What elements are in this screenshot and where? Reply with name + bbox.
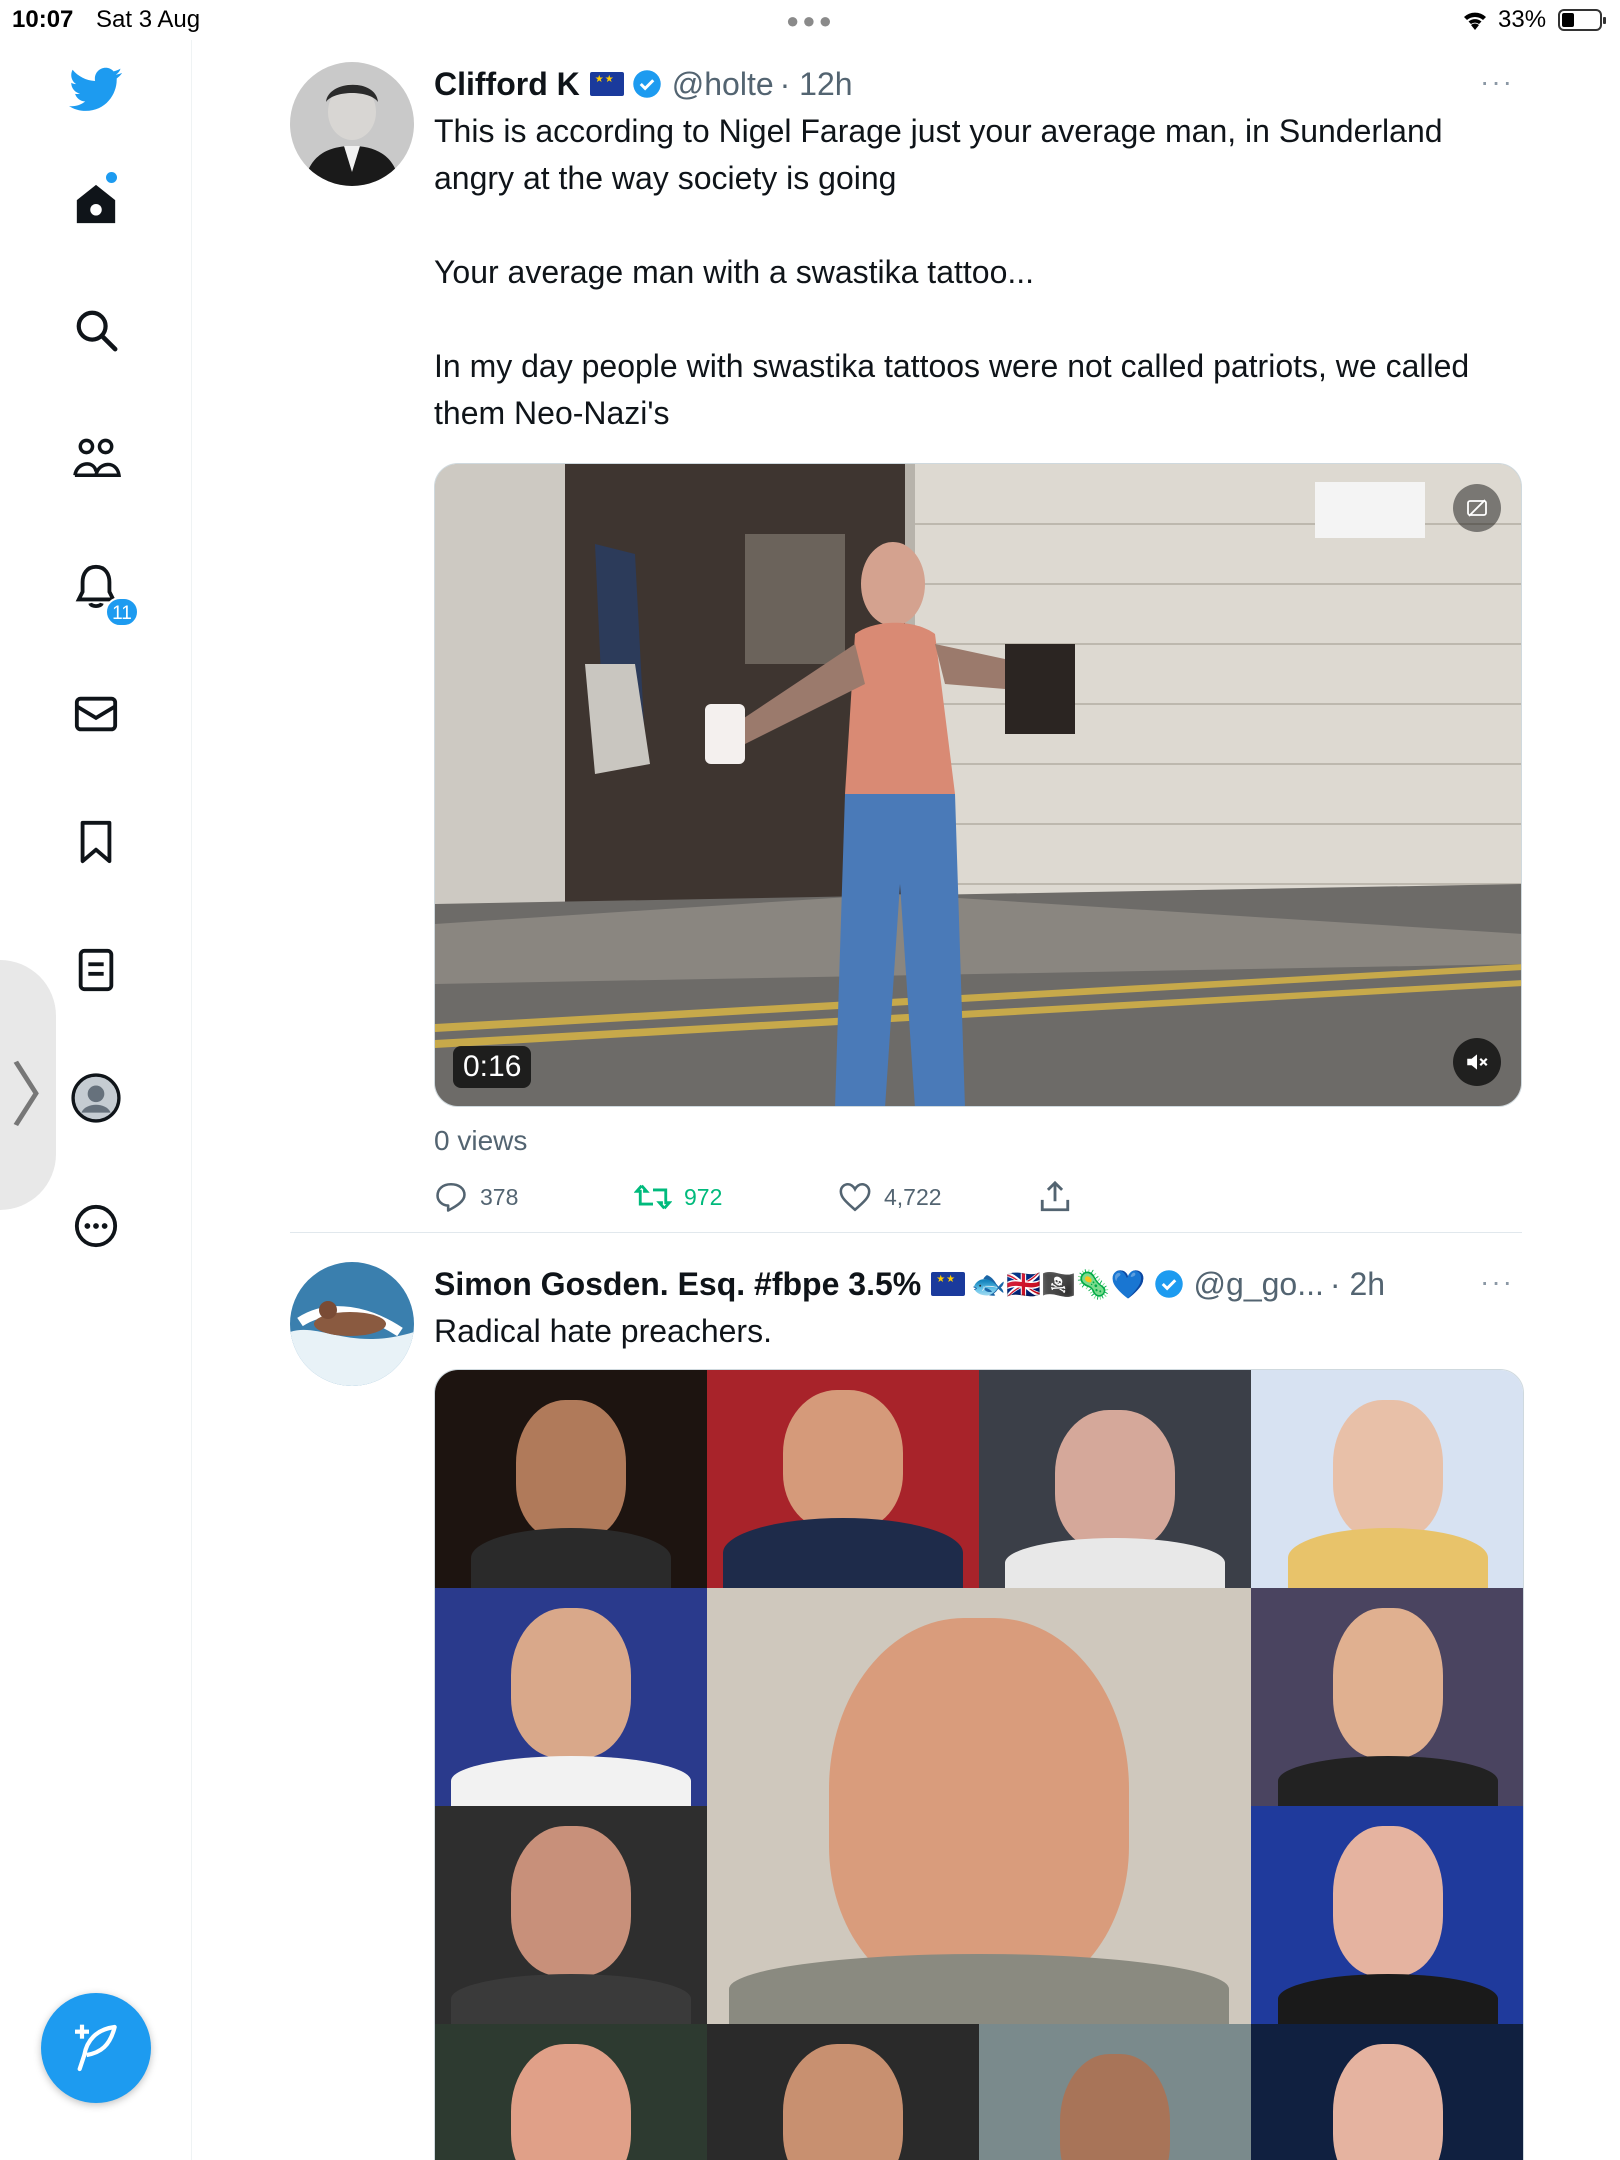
home-icon[interactable] <box>66 174 126 234</box>
reply-icon <box>436 1182 466 1212</box>
mute-icon[interactable] <box>1453 1038 1501 1086</box>
video-frame <box>435 464 1521 1106</box>
tweet-actions: 378 972 4,722 <box>434 1177 1524 1217</box>
collage-photo <box>1251 1588 1523 1806</box>
heart-icon <box>839 1182 871 1212</box>
battery-percent: 33% <box>1498 6 1547 33</box>
share-button[interactable] <box>1038 1180 1072 1214</box>
wifi-icon <box>1460 6 1490 39</box>
chevron-right-icon: 〉 <box>10 1055 80 1137</box>
tweet-author-name[interactable]: Simon Gosden. Esq. #fbpe 3.5% <box>434 1266 921 1303</box>
collage-photo <box>979 1370 1251 1588</box>
status-date: Sat 3 Aug <box>96 6 201 33</box>
sensitive-media-icon[interactable] <box>1453 484 1501 532</box>
eu-flag-icon <box>589 72 624 96</box>
reply-count: 378 <box>480 1183 519 1210</box>
more-icon[interactable] <box>66 1196 126 1256</box>
compose-tweet-button[interactable] <box>41 1993 151 2103</box>
collage-photo <box>707 2024 979 2160</box>
like-count: 4,722 <box>884 1183 942 1210</box>
tweet-text: This is according to Nigel Farage just y… <box>434 113 1470 431</box>
collage-photo <box>435 1806 707 2024</box>
search-icon[interactable] <box>66 300 126 360</box>
retweet-count: 972 <box>684 1183 723 1210</box>
compose-icon <box>75 2024 117 2072</box>
reply-button[interactable]: 378 <box>434 1180 634 1214</box>
retweet-button[interactable]: 972 <box>634 1180 838 1214</box>
like-button[interactable]: 4,722 <box>838 1180 1038 1214</box>
name-emoji: 🐟🇬🇧🏴‍☠️🦠💙 <box>971 1268 1146 1300</box>
tweet-text: Radical hate preachers. <box>434 1313 772 1349</box>
bookmarks-icon[interactable] <box>66 812 126 872</box>
twitter-logo-icon[interactable] <box>66 60 126 120</box>
multitasking-dots-icon[interactable]: ●●● <box>786 8 835 34</box>
collage-photo <box>707 1370 979 1588</box>
notifications-badge: 11 <box>105 597 139 627</box>
retweet-icon <box>634 1184 672 1210</box>
collage-photo <box>435 2024 707 2160</box>
collage-photo <box>1251 1806 1523 2024</box>
lists-icon[interactable] <box>66 940 126 1000</box>
home-new-dot <box>106 172 117 183</box>
verified-badge-icon <box>1154 1270 1183 1298</box>
tweet-more-button[interactable]: ··· <box>1480 66 1514 98</box>
tweet-more-button[interactable]: ··· <box>1480 1266 1514 1298</box>
view-count: 0 views <box>434 1125 528 1156</box>
communities-icon[interactable] <box>66 428 126 488</box>
collage-photo <box>435 1588 707 1806</box>
share-icon <box>1040 1180 1070 1212</box>
verified-badge-icon <box>633 70 661 98</box>
collage-photo-large <box>707 1588 1251 2024</box>
status-time: 10:07 <box>12 6 74 33</box>
battery-icon <box>1558 9 1606 31</box>
tweet-author-name[interactable]: Clifford K <box>434 66 580 103</box>
video-duration: 0:16 <box>453 1046 532 1088</box>
eu-flag-icon <box>931 1272 966 1296</box>
collage-photo <box>1251 1370 1523 1588</box>
tweet-image-collage[interactable] <box>434 1369 1524 2160</box>
collage-photo <box>1251 2024 1523 2160</box>
tweet-timestamp[interactable]: · 2h <box>1330 1266 1385 1303</box>
tweet-divider <box>290 1232 1522 1233</box>
avatar[interactable] <box>290 62 414 186</box>
collage-photo <box>435 1370 707 1588</box>
sidebar-handle[interactable]: 〉 <box>0 960 80 1210</box>
status-bar: 10:07 Sat 3 Aug ●●● 33% <box>0 0 1620 40</box>
tweet-author-handle[interactable]: @holte <box>672 66 774 103</box>
tweet-video[interactable]: 0:16 <box>434 463 1522 1107</box>
avatar[interactable] <box>290 1262 414 1386</box>
tweet-timestamp[interactable]: · 12h <box>780 66 853 103</box>
collage-photo <box>979 2024 1251 2160</box>
messages-icon[interactable] <box>66 684 126 744</box>
tweet-author-handle[interactable]: @g_go... <box>1194 1266 1324 1303</box>
